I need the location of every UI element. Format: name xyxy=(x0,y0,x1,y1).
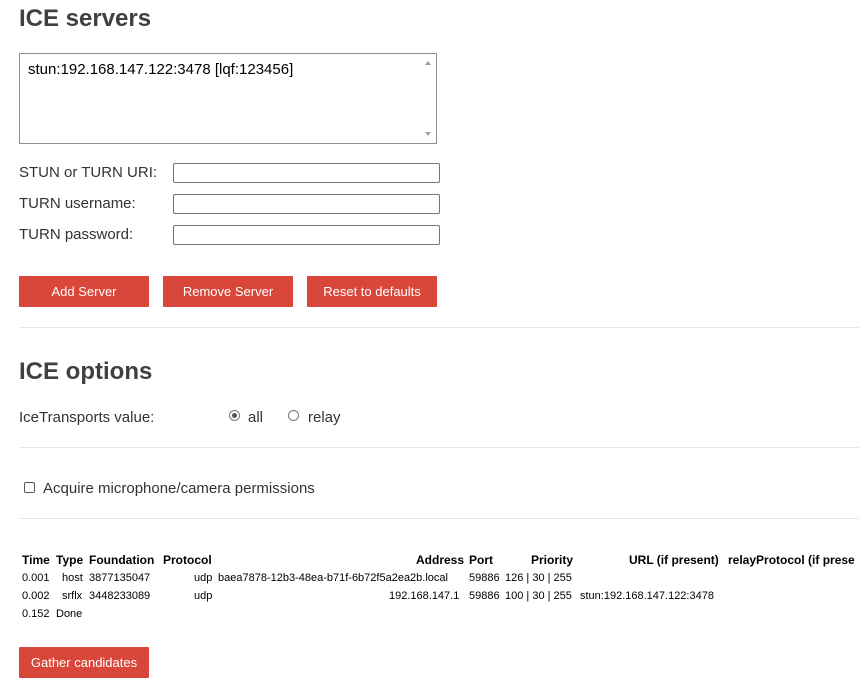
header-relay-protocol: relayProtocol (if prese xyxy=(728,553,855,567)
cell-port: 59886 xyxy=(469,572,500,584)
ice-servers-heading: ICE servers xyxy=(19,5,152,32)
cell-url: stun:192.168.147.122:3478 xyxy=(580,590,714,602)
divider xyxy=(19,518,859,519)
cell-foundation: 3877135047 xyxy=(89,572,151,584)
turn-username-input[interactable] xyxy=(173,194,440,214)
transport-relay-radio[interactable] xyxy=(288,410,299,421)
server-list-item[interactable]: stun:192.168.147.122:3478 [lqf:123456] xyxy=(28,61,293,78)
header-type: Type xyxy=(56,553,84,567)
cell-port: 59886 xyxy=(469,590,500,602)
header-time: Time xyxy=(22,553,50,567)
permissions-checkbox[interactable] xyxy=(24,482,35,493)
divider xyxy=(19,327,859,328)
done-label: Done xyxy=(56,608,83,620)
ice-options-heading: ICE options xyxy=(19,358,153,385)
server-list-scrollbar[interactable] xyxy=(421,54,436,143)
transport-all-label[interactable]: all xyxy=(248,409,263,426)
header-url: URL (if present) xyxy=(629,553,719,567)
remove-server-button[interactable]: Remove Server xyxy=(163,276,293,307)
header-foundation: Foundation xyxy=(89,553,155,567)
header-address: Address xyxy=(416,553,465,567)
scroll-down-icon[interactable] xyxy=(425,132,431,136)
cell-protocol: udp xyxy=(194,572,213,584)
turn-password-label: TURN password: xyxy=(19,226,134,243)
cell-time: 0.152 xyxy=(22,608,50,620)
server-list[interactable]: stun:192.168.147.122:3478 [lqf:123456] xyxy=(19,53,437,144)
header-port: Port xyxy=(469,553,493,567)
cell-priority: 100 | 30 | 255 xyxy=(505,590,572,602)
cell-foundation: 3448233089 xyxy=(89,590,151,602)
cell-type: srflx xyxy=(62,590,83,602)
cell-type: host xyxy=(62,572,83,584)
cell-address: 192.168.147.1 xyxy=(389,590,460,602)
ice-transports-label: IceTransports value: xyxy=(19,409,155,426)
stun-turn-uri-input[interactable] xyxy=(173,163,440,183)
add-server-button[interactable]: Add Server xyxy=(19,276,149,307)
cell-time: 0.002 xyxy=(22,590,50,602)
turn-username-label: TURN username: xyxy=(19,195,136,212)
gather-candidates-button[interactable]: Gather candidates xyxy=(19,647,149,678)
stun-turn-uri-label: STUN or TURN URI: xyxy=(19,164,158,181)
divider xyxy=(19,447,859,448)
header-priority: Priority xyxy=(531,553,574,567)
scroll-up-icon[interactable] xyxy=(425,61,431,65)
reset-defaults-button[interactable]: Reset to defaults xyxy=(307,276,437,307)
cell-address: baea7878-12b3-48ea-b71f-6b72f5a2ea2b.loc… xyxy=(218,572,448,584)
header-protocol: Protocol xyxy=(163,553,212,567)
permissions-label[interactable]: Acquire microphone/camera permissions xyxy=(43,480,315,497)
transport-all-radio[interactable] xyxy=(229,410,240,421)
cell-protocol: udp xyxy=(194,590,213,602)
transport-relay-label[interactable]: relay xyxy=(308,409,341,426)
cell-time: 0.001 xyxy=(22,572,50,584)
turn-password-input[interactable] xyxy=(173,225,440,245)
cell-priority: 126 | 30 | 255 xyxy=(505,572,572,584)
